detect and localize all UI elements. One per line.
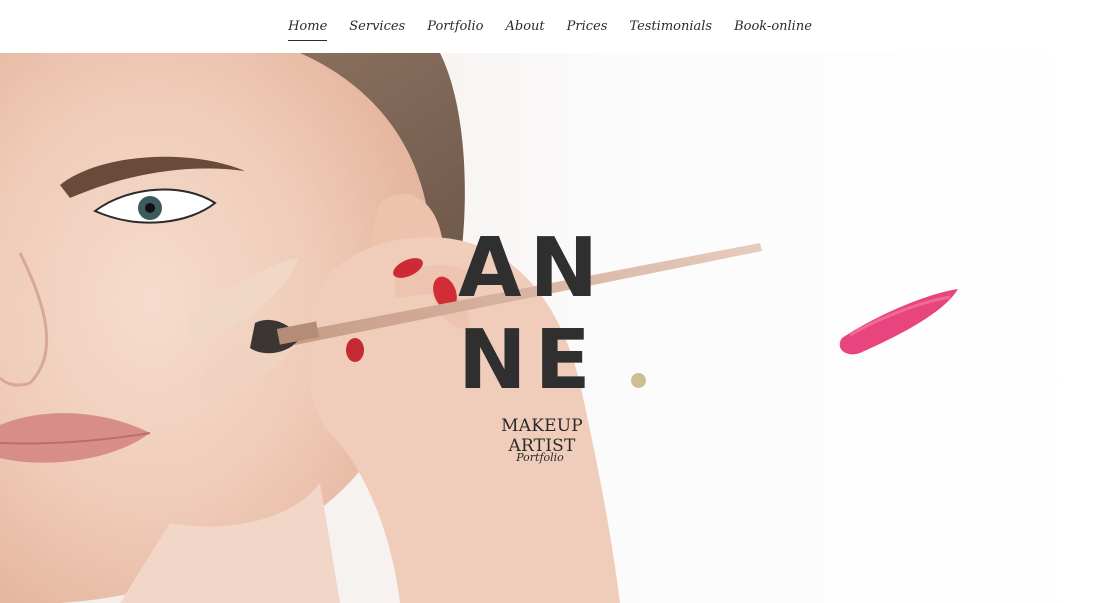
nail: [346, 338, 364, 362]
nav-item-portfolio[interactable]: Portfolio: [416, 17, 494, 37]
nav-item-about[interactable]: About: [495, 17, 556, 37]
hero-title-line-2: NE: [458, 313, 599, 408]
hero-section: AN NE MAKEUP ARTIST Portfolio: [0, 53, 1100, 603]
portfolio-link[interactable]: Portfolio: [500, 451, 580, 464]
nav-menu: Home Services Portfolio About Prices Tes…: [277, 17, 823, 41]
nav-item-testimonials[interactable]: Testimonials: [618, 17, 723, 37]
nav-item-home[interactable]: Home: [277, 17, 338, 41]
hero-title-line-1: AN: [458, 221, 607, 316]
nav-item-prices[interactable]: Prices: [556, 17, 619, 37]
nav-item-services[interactable]: Services: [338, 17, 416, 37]
nav-item-book-online[interactable]: Book-online: [723, 17, 823, 37]
top-navigation: Home Services Portfolio About Prices Tes…: [0, 0, 1100, 53]
hero-subtitle: MAKEUP ARTIST: [501, 416, 583, 456]
accent-dot: [631, 373, 646, 388]
hero-title: AN NE: [458, 223, 648, 407]
